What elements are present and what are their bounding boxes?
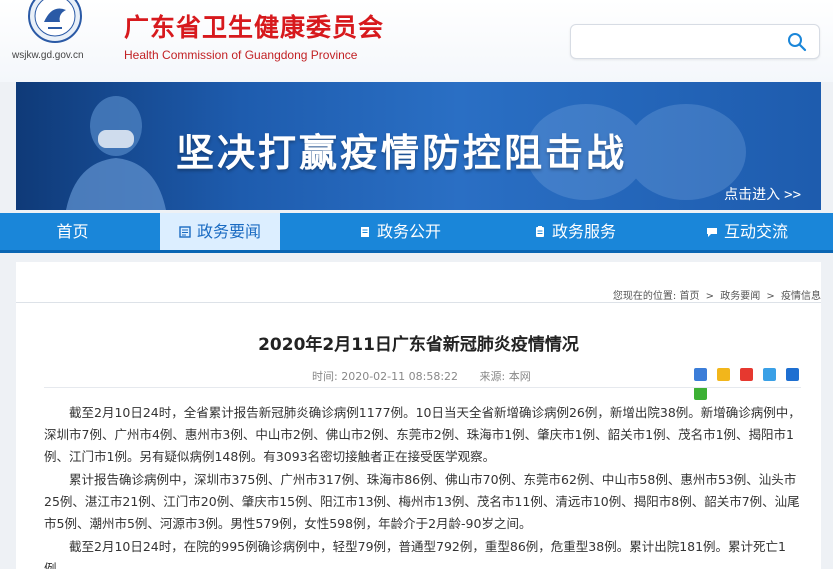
plus-share-icon[interactable] (694, 368, 707, 381)
nav-item-home[interactable]: 首页 (0, 213, 145, 250)
banner-enter-link[interactable]: 点击进入 >> (724, 184, 801, 204)
nav-item-public-affairs[interactable]: 政务公开 (340, 213, 460, 250)
publish-time: 时间: 2020-02-11 08:58:22 (312, 370, 459, 383)
chat-icon (706, 228, 717, 237)
site-title[interactable]: 广东省卫生健康委员会 (124, 8, 384, 44)
weibo-icon[interactable] (740, 368, 754, 381)
renren-icon[interactable] (786, 368, 800, 381)
qq-icon[interactable] (763, 368, 777, 381)
nav-item-label: 政务公开 (376, 222, 441, 241)
search-input[interactable] (581, 31, 781, 53)
double-chevron-right-icon: >> (784, 187, 801, 203)
medical-worker-image (66, 96, 166, 210)
breadcrumb-separator: > (705, 291, 715, 302)
nav-item-label: 政务服务 (551, 222, 616, 241)
nav-item-services[interactable]: 政务服务 (515, 213, 635, 250)
banner-slogan: 坚决打赢疫情防控阻击战 (176, 131, 628, 175)
logo-icon[interactable] (24, 0, 86, 44)
breadcrumb-prefix: 您现在的位置: (612, 291, 677, 302)
nav-item-label: 政务要闻 (196, 222, 261, 241)
search-icon[interactable] (787, 32, 807, 52)
article-meta: 时间: 2020-02-11 08:58:22 来源: 本网 (312, 368, 549, 384)
nav-item-label: 互动交流 (723, 222, 788, 241)
service-icon (535, 226, 544, 237)
breadcrumb-link-news[interactable]: 政务要闻 (720, 291, 760, 302)
article-source: 来源: 本网 (479, 370, 531, 383)
breadcrumb-link-home[interactable]: 首页 (679, 291, 699, 302)
breadcrumb-separator: > (766, 291, 775, 302)
promo-banner[interactable]: 坚决打赢疫情防控阻击战 点击进入 >> (16, 82, 821, 210)
nav-item-news[interactable]: 政务要闻 (160, 213, 280, 250)
article-paragraph: 截至2月10日24时，在院的995例确诊病例中，轻型79例，普通型792例，重型… (44, 539, 787, 569)
qzone-icon[interactable] (717, 368, 731, 381)
document-icon (360, 227, 369, 237)
article-paragraph: 累计报告确诊病例中，深圳市375例、广州市317例、珠海市86例、佛山市70例、… (44, 472, 800, 531)
breadcrumb: 您现在的位置: 首页 > 政务要闻 > 疫情信息 (613, 287, 821, 302)
article-body: 截至2月10日24时，全省累计报告新冠肺炎确诊病例1177例。10日当天全省新增… (44, 402, 804, 569)
site-domain: wsjkw.gd.gov.cn (12, 50, 84, 61)
divider (16, 302, 821, 303)
site-title-english: Health Commission of Guangdong Province (124, 48, 358, 62)
breadcrumb-link-epidemic[interactable]: 疫情信息 (781, 291, 821, 302)
banner-enter-label: 点击进入 (724, 187, 781, 203)
article-divider (44, 387, 801, 388)
news-icon (179, 226, 191, 238)
share-bar (694, 366, 821, 400)
article-panel: 您现在的位置: 首页 > 政务要闻 > 疫情信息 2020年2月11日广东省新冠… (16, 262, 821, 569)
article-title: 2020年2月11日广东省新冠肺炎疫情情况 (258, 335, 579, 355)
wechat-icon[interactable] (694, 387, 707, 400)
article-paragraph: 截至2月10日24时，全省累计报告新冠肺炎确诊病例1177例。10日当天全省新增… (44, 405, 801, 464)
nav-item-interaction[interactable]: 互动交流 (692, 213, 802, 250)
search-box[interactable] (570, 24, 820, 59)
main-nav: 首页 政务要闻 政务公开 政务服务 互动交流 (0, 213, 833, 253)
site-header: wsjkw.gd.gov.cn 广东省卫生健康委员会 Health Commis… (0, 0, 833, 82)
nav-item-label: 首页 (56, 222, 89, 241)
